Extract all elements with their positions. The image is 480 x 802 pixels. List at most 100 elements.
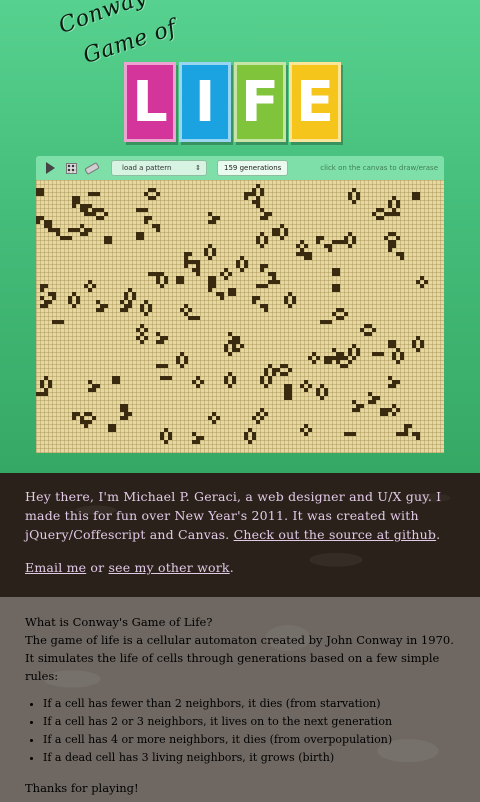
live-cell	[40, 216, 44, 220]
rules-heading: What is Conway's Game of Life?	[25, 615, 213, 629]
live-cell	[272, 280, 276, 284]
live-cell	[120, 300, 124, 304]
live-cell	[52, 228, 56, 232]
game-canvas[interactable]	[36, 180, 444, 453]
live-cell	[48, 384, 52, 388]
live-cell	[92, 388, 96, 392]
randomize-button[interactable]	[63, 160, 79, 176]
live-cell	[212, 252, 216, 256]
live-cell	[208, 280, 212, 284]
live-cell	[212, 412, 216, 416]
live-cell	[416, 436, 420, 440]
other-work-link[interactable]: see my other work	[109, 560, 230, 575]
live-cell	[368, 332, 372, 336]
live-cell	[208, 244, 212, 248]
email-link[interactable]: Email me	[25, 560, 86, 575]
rule-item: If a dead cell has 3 living neighbors, i…	[43, 749, 455, 767]
live-cell	[76, 196, 80, 200]
live-cell	[168, 432, 172, 436]
live-cell	[316, 356, 320, 360]
live-cell	[340, 316, 344, 320]
live-cell	[68, 228, 72, 232]
live-cell	[416, 432, 420, 436]
live-cell	[232, 336, 236, 340]
live-cell	[48, 224, 52, 228]
live-cell	[400, 252, 404, 256]
live-cell	[348, 360, 352, 364]
live-cell	[44, 388, 48, 392]
live-cell	[344, 364, 348, 368]
live-cell	[248, 192, 252, 196]
live-cell	[380, 216, 384, 220]
live-cell	[272, 368, 276, 372]
live-cell	[260, 216, 264, 220]
live-cell	[296, 244, 300, 248]
live-cell	[120, 308, 124, 312]
clear-button[interactable]	[84, 160, 100, 176]
live-cell	[340, 356, 344, 360]
live-cell	[188, 252, 192, 256]
live-cell	[368, 324, 372, 328]
live-cell	[204, 248, 208, 252]
live-cell	[84, 204, 88, 208]
live-cell	[224, 344, 228, 348]
live-cell	[376, 396, 380, 400]
live-cell	[44, 224, 48, 228]
live-cell	[236, 336, 240, 340]
live-cell	[380, 412, 384, 416]
live-cell	[412, 192, 416, 196]
live-cell	[396, 212, 400, 216]
live-cell	[252, 436, 256, 440]
live-cell	[388, 244, 392, 248]
live-cell	[368, 400, 372, 404]
game-toolbar: load a pattern ⇕ 159 generations click o…	[36, 156, 444, 180]
live-cell	[156, 272, 160, 276]
play-button[interactable]	[42, 160, 58, 176]
live-cell	[396, 432, 400, 436]
live-cell	[184, 260, 188, 264]
live-cell	[308, 428, 312, 432]
live-cell	[208, 256, 212, 260]
live-cell	[324, 388, 328, 392]
live-cell	[232, 288, 236, 292]
live-cell	[72, 416, 76, 420]
live-cell	[72, 304, 76, 308]
live-cell	[72, 292, 76, 296]
live-cell	[144, 312, 148, 316]
live-cell	[244, 260, 248, 264]
live-cell	[48, 300, 52, 304]
live-cell	[176, 360, 180, 364]
live-cell	[336, 268, 340, 272]
live-cell	[216, 216, 220, 220]
live-cell	[184, 264, 188, 268]
live-cell	[392, 384, 396, 388]
live-cell	[412, 196, 416, 200]
live-cell	[212, 248, 216, 252]
live-cell	[344, 312, 348, 316]
live-cell	[356, 404, 360, 408]
live-cell	[136, 208, 140, 212]
live-cell	[224, 276, 228, 280]
live-cell	[80, 420, 84, 424]
live-cell	[240, 256, 244, 260]
github-link[interactable]: Check out the source at github	[234, 527, 437, 542]
live-cell	[256, 200, 260, 204]
live-cell	[52, 296, 56, 300]
live-cell	[124, 296, 128, 300]
live-cell	[396, 348, 400, 352]
live-cell	[336, 240, 340, 244]
dice-icon	[65, 162, 77, 174]
live-cell	[208, 288, 212, 292]
live-cell	[48, 292, 52, 296]
live-cell	[196, 260, 200, 264]
live-cell	[48, 220, 52, 224]
pattern-select[interactable]: load a pattern ⇕	[111, 160, 207, 176]
live-cell	[356, 192, 360, 196]
live-cell	[212, 216, 216, 220]
live-cell	[268, 280, 272, 284]
live-cell	[348, 232, 352, 236]
live-cell	[276, 228, 280, 232]
live-cell	[344, 356, 348, 360]
live-cell	[396, 408, 400, 412]
live-cell	[284, 296, 288, 300]
